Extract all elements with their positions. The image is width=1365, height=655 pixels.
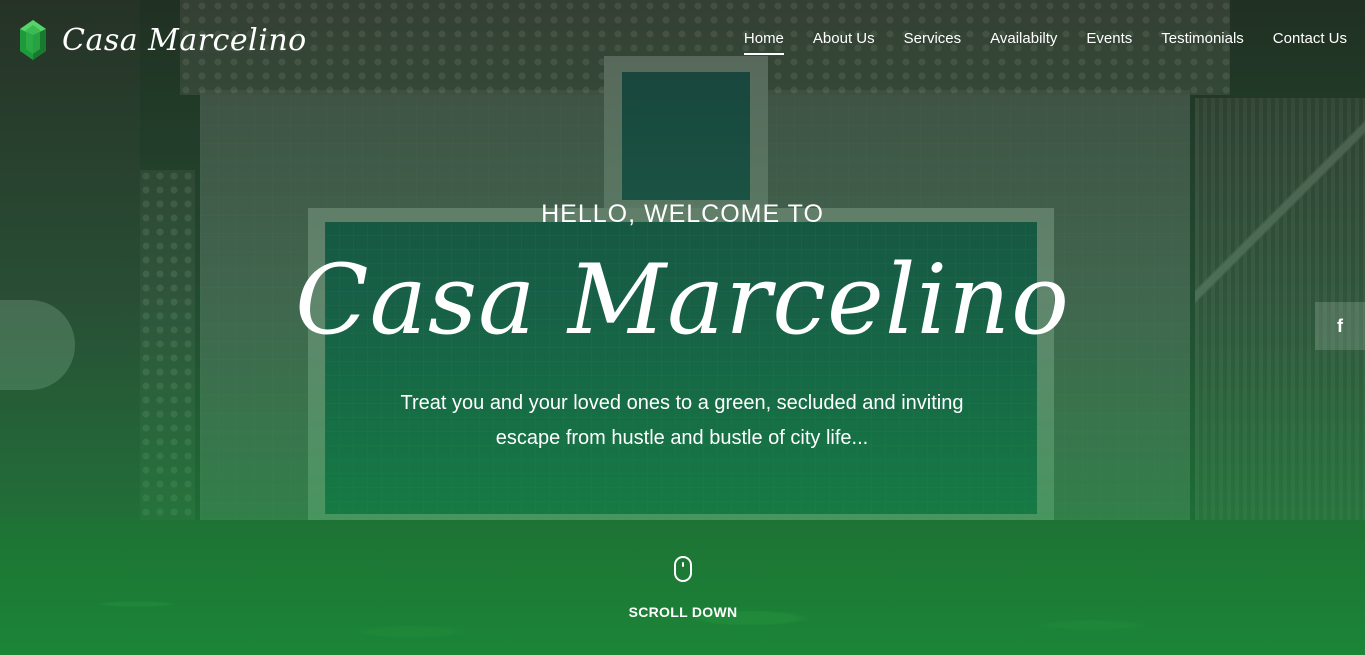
hero-greeting: HELLO, WELCOME TO [541, 200, 824, 228]
emerald-gem-icon [18, 19, 48, 61]
scroll-down-button[interactable]: SCROLL DOWN [608, 556, 758, 620]
logo-text: Casa Marcelino [62, 22, 307, 58]
nav-item-about-us[interactable]: About Us [813, 30, 875, 55]
nav-item-home[interactable]: Home [743, 30, 784, 55]
scroll-down-label: SCROLL DOWN [628, 604, 738, 620]
facebook-icon: f [1337, 315, 1343, 336]
nav-item-availability[interactable]: Availabilty [990, 30, 1057, 55]
hero-tagline: Treat you and your loved ones to a green… [382, 386, 982, 456]
facebook-button[interactable]: f [1315, 302, 1365, 350]
mouse-icon [674, 556, 692, 582]
hero-tagline-line-1: Treat you and your loved ones to a green… [400, 392, 964, 414]
site-logo[interactable]: Casa Marcelino [18, 19, 307, 61]
nav-item-events[interactable]: Events [1086, 30, 1132, 55]
site-header: Casa Marcelino Home About Us Services Av… [0, 0, 1365, 80]
main-nav: Home About Us Services Availabilty Event… [715, 30, 1347, 55]
nav-item-contact-us[interactable]: Contact Us [1273, 30, 1347, 55]
hero-section: HELLO, WELCOME TO Casa Marcelino Treat y… [0, 0, 1365, 655]
hero-title: Casa Marcelino [295, 244, 1070, 356]
nav-item-services[interactable]: Services [904, 30, 962, 55]
nav-item-testimonials[interactable]: Testimonials [1161, 30, 1244, 55]
hero-tagline-line-2: escape from hustle and bustle of city li… [495, 427, 869, 449]
